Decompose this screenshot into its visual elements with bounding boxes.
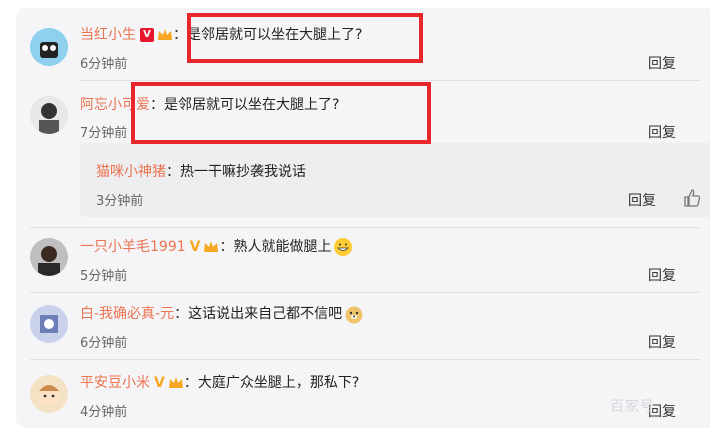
sub-reply-box: 猫咪小神猪：热一干嘛抄袭我说话 3分钟前 回复: [80, 143, 710, 217]
crown-icon: [157, 28, 173, 42]
reply-button[interactable]: 回复: [648, 265, 676, 285]
divider: [30, 292, 700, 293]
thumb-up-icon[interactable]: [682, 188, 702, 208]
username-link[interactable]: 猫咪小神猪: [96, 164, 166, 180]
username-link[interactable]: 平安豆小米: [80, 375, 150, 391]
timestamp: 5分钟前: [80, 269, 128, 284]
timestamp: 7分钟前: [80, 126, 128, 141]
avatar[interactable]: [30, 28, 68, 66]
reply-button[interactable]: 回复: [628, 190, 656, 210]
verified-v-icon: V: [140, 28, 154, 42]
highlight-box: [131, 82, 431, 144]
comment-text: 热一干嘛抄袭我说话: [180, 164, 306, 180]
comment-line: 白-我确必真-元：这话说出来自己都不信吧: [80, 303, 364, 324]
timestamp: 6分钟前: [80, 336, 128, 351]
avatar[interactable]: [30, 305, 68, 343]
avatar[interactable]: [30, 375, 68, 413]
comment-line: 平安豆小米 V ：大庭广众坐腿上，那私下?: [80, 375, 360, 391]
username-link[interactable]: 白-我确必真-元: [80, 306, 174, 322]
avatar[interactable]: [30, 96, 68, 134]
comment-text: 大庭广众坐腿上，那私下?: [197, 375, 360, 391]
grin-emoji-icon: [333, 237, 353, 257]
timestamp: 6分钟前: [80, 57, 128, 72]
avatar[interactable]: [30, 238, 68, 276]
timestamp: 4分钟前: [80, 405, 128, 420]
divider: [80, 80, 700, 81]
comment-line: 猫咪小神猪：热一干嘛抄袭我说话: [96, 164, 306, 180]
timestamp: 3分钟前: [96, 194, 144, 209]
username-link[interactable]: 当红小生: [80, 27, 136, 43]
highlight-box: [187, 13, 423, 63]
reply-button[interactable]: 回复: [648, 53, 676, 73]
watermark: 百家号: [610, 399, 655, 415]
crown-icon: [168, 376, 184, 390]
comment-text: 熟人就能做腿上: [233, 239, 332, 255]
crown-icon: [203, 240, 219, 254]
verified-v-icon: V: [189, 239, 201, 255]
comment-text: 这话说出来自己都不信吧: [188, 306, 343, 322]
comment-line: 一只小羊毛1991 V ：熟人就能做腿上: [80, 236, 353, 257]
reply-button[interactable]: 回复: [648, 332, 676, 352]
divider: [30, 359, 700, 360]
username-link[interactable]: 一只小羊毛1991: [80, 239, 186, 255]
doge-emoji-icon: [344, 304, 364, 324]
verified-v-icon: V: [154, 375, 165, 391]
reply-button[interactable]: 回复: [648, 122, 676, 142]
divider: [30, 227, 700, 228]
